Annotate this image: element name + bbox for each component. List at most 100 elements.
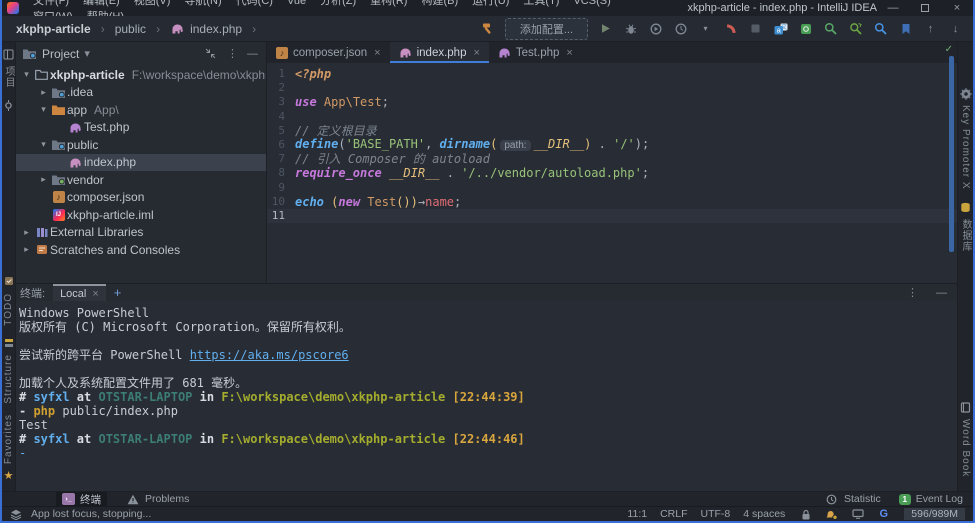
chevron-right-icon[interactable]: ▸ (37, 87, 50, 98)
stripe-item-todo[interactable]: TODO (1, 274, 16, 326)
dropdown-arrow-icon[interactable]: ▾ (698, 21, 713, 36)
tab-close-icon[interactable]: × (566, 47, 572, 59)
build-hammer-icon[interactable] (480, 21, 495, 36)
tree-row-composer-json[interactable]: ♪composer.json (16, 189, 266, 207)
search-green-icon[interactable] (823, 21, 838, 36)
terminal-more-options-icon[interactable]: ⋮ (907, 286, 918, 299)
menu-item-8[interactable]: 构建(B) (414, 0, 465, 7)
project-dropdown-caret-icon[interactable]: ▾ (84, 47, 90, 60)
menu-item-6[interactable]: 分析(Z) (313, 0, 363, 7)
menu-item-9[interactable]: 运行(U) (465, 0, 516, 7)
menu-item-7[interactable]: 重构(R) (363, 0, 414, 7)
menu-item-2[interactable]: 视图(V) (127, 0, 178, 7)
editor-scrollbar[interactable] (949, 56, 954, 252)
chevron-down-icon[interactable]: ▾ (37, 104, 50, 115)
menu-item-5[interactable]: Vue (280, 0, 313, 7)
terminal-link[interactable]: https://aka.ms/pscore6 (190, 348, 349, 362)
tree-row-vendor[interactable]: ▸vendor (16, 171, 266, 189)
maximize-button[interactable] (909, 0, 941, 16)
more-options-icon[interactable]: ⋮ (227, 47, 238, 60)
indent-widget[interactable]: 4 spaces (743, 508, 785, 520)
php-file-icon (170, 21, 185, 36)
menu-item-3[interactable]: 导航(N) (177, 0, 228, 7)
menu-item-11[interactable]: VCS(S) (566, 0, 617, 7)
editor-tab-index-php[interactable]: index.php× (390, 42, 489, 63)
tree-row-xkphp-article-iml[interactable]: IJxkphp-article.iml (16, 206, 266, 224)
menu-item-10[interactable]: 工具(T) (516, 0, 566, 7)
menu-item-0[interactable]: 文件(F) (26, 0, 76, 7)
editor-tab-composer-json[interactable]: ♪composer.json× (267, 42, 390, 63)
chevron-right-icon[interactable]: ▸ (20, 244, 33, 255)
chevron-down-icon[interactable]: ▾ (37, 139, 50, 150)
new-terminal-icon[interactable]: + (114, 285, 122, 300)
stripe-item-key-promoter-x[interactable]: Key Promoter X (958, 86, 973, 190)
bookmark-icon[interactable] (898, 21, 913, 36)
terminal-tab-close-icon[interactable]: × (92, 288, 98, 300)
tool-windows-icon[interactable] (8, 507, 23, 522)
notifications-icon[interactable] (824, 507, 839, 522)
chevron-right-icon[interactable]: ▸ (20, 227, 33, 238)
inspection-status-icon[interactable]: ✓ (945, 44, 953, 55)
chevron-right-icon[interactable]: ▸ (37, 174, 50, 185)
chevron-down-icon[interactable]: ▾ (20, 69, 33, 80)
stop-icon[interactable] (748, 21, 763, 36)
editor-tab-label: composer.json (293, 47, 367, 59)
terminal-hide-icon[interactable]: — (936, 287, 947, 299)
lock-icon[interactable] (798, 507, 813, 522)
terminal-toolwindow-button[interactable]: ›_ 终端 (56, 492, 107, 506)
tab-close-icon[interactable]: × (374, 47, 380, 59)
close-button[interactable]: × (941, 0, 973, 16)
encoding-widget[interactable]: UTF-8 (701, 508, 731, 520)
stripe-item-structure[interactable]: Structure (1, 335, 16, 404)
breadcrumb-item[interactable]: index.php (190, 22, 242, 36)
debug-icon[interactable] (623, 21, 638, 36)
run-icon[interactable] (598, 21, 613, 36)
tree-row--idea[interactable]: ▸.idea (16, 84, 266, 102)
project-panel-title[interactable]: Project (42, 47, 79, 61)
add-configuration-button[interactable]: 添加配置... (505, 18, 588, 40)
breadcrumb-item[interactable]: public (115, 22, 146, 36)
phone-icon[interactable] (723, 21, 738, 36)
profiler-icon[interactable] (673, 21, 688, 36)
tab-close-icon[interactable]: × (473, 47, 479, 59)
memory-indicator[interactable]: 596/989M (904, 508, 965, 520)
arrow-up-icon[interactable]: ↑ (923, 21, 938, 36)
stripe-item-word-book[interactable]: Word Book (958, 400, 973, 477)
tree-row-xkphp-article[interactable]: ▾xkphp-articleF:\workspace\demo\xkphp-ar… (16, 66, 266, 84)
stripe-item-项目[interactable]: 项目 (1, 47, 16, 88)
stripe-item-favorites[interactable]: Favorites★ (1, 414, 16, 483)
minimize-button[interactable]: — (877, 0, 909, 16)
hide-panel-icon[interactable]: — (247, 48, 258, 60)
stripe-item-数据库[interactable]: 数据库 (958, 200, 973, 252)
code-editor[interactable]: 1<?php23use App\Test;45// 定义根目录6define('… (267, 63, 957, 283)
caret-position-widget[interactable]: 11:1 (627, 508, 647, 520)
reader-mode-icon[interactable] (850, 507, 865, 522)
statistic-button[interactable]: Statistic (824, 492, 881, 507)
code-line-3: 3use App\Test; (267, 95, 957, 109)
idea-logo-icon[interactable] (7, 2, 19, 14)
commit-icon[interactable] (1, 98, 16, 113)
menu-item-4[interactable]: 代码(C) (229, 0, 280, 7)
collapse-all-icon[interactable] (203, 46, 218, 61)
line-ending-widget[interactable]: CRLF (660, 508, 687, 520)
terminal-tab-local[interactable]: Local × (53, 284, 106, 301)
tree-row-test-php[interactable]: Test.php (16, 119, 266, 137)
tree-row-index-php[interactable]: index.php (16, 154, 266, 172)
replace-green-icon[interactable] (848, 21, 863, 36)
event-log-button[interactable]: 1 Event Log (899, 493, 963, 505)
tree-row-public[interactable]: ▾public (16, 136, 266, 154)
breadcrumb-item[interactable]: xkphp-article (16, 22, 91, 36)
terminal-output[interactable]: Windows PowerShell版权所有 (C) Microsoft Cor… (16, 301, 957, 491)
menu-item-1[interactable]: 编辑(E) (76, 0, 127, 7)
find-blue-icon[interactable] (873, 21, 888, 36)
tree-row-app[interactable]: ▾appApp\ (16, 101, 266, 119)
problems-toolwindow-button[interactable]: Problems (125, 492, 189, 507)
services-icon[interactable] (798, 21, 813, 36)
tree-row-scratches-and-consoles[interactable]: ▸Scratches and Consoles (16, 241, 266, 259)
tree-row-external-libraries[interactable]: ▸External Libraries (16, 224, 266, 242)
google-translate-icon[interactable]: G (876, 507, 891, 522)
coverage-icon[interactable] (648, 21, 663, 36)
editor-tab-test-php[interactable]: Test.php× (489, 42, 582, 63)
arrow-down-icon[interactable]: ↓ (948, 21, 963, 36)
translate-icon[interactable]: 文a (773, 21, 788, 36)
